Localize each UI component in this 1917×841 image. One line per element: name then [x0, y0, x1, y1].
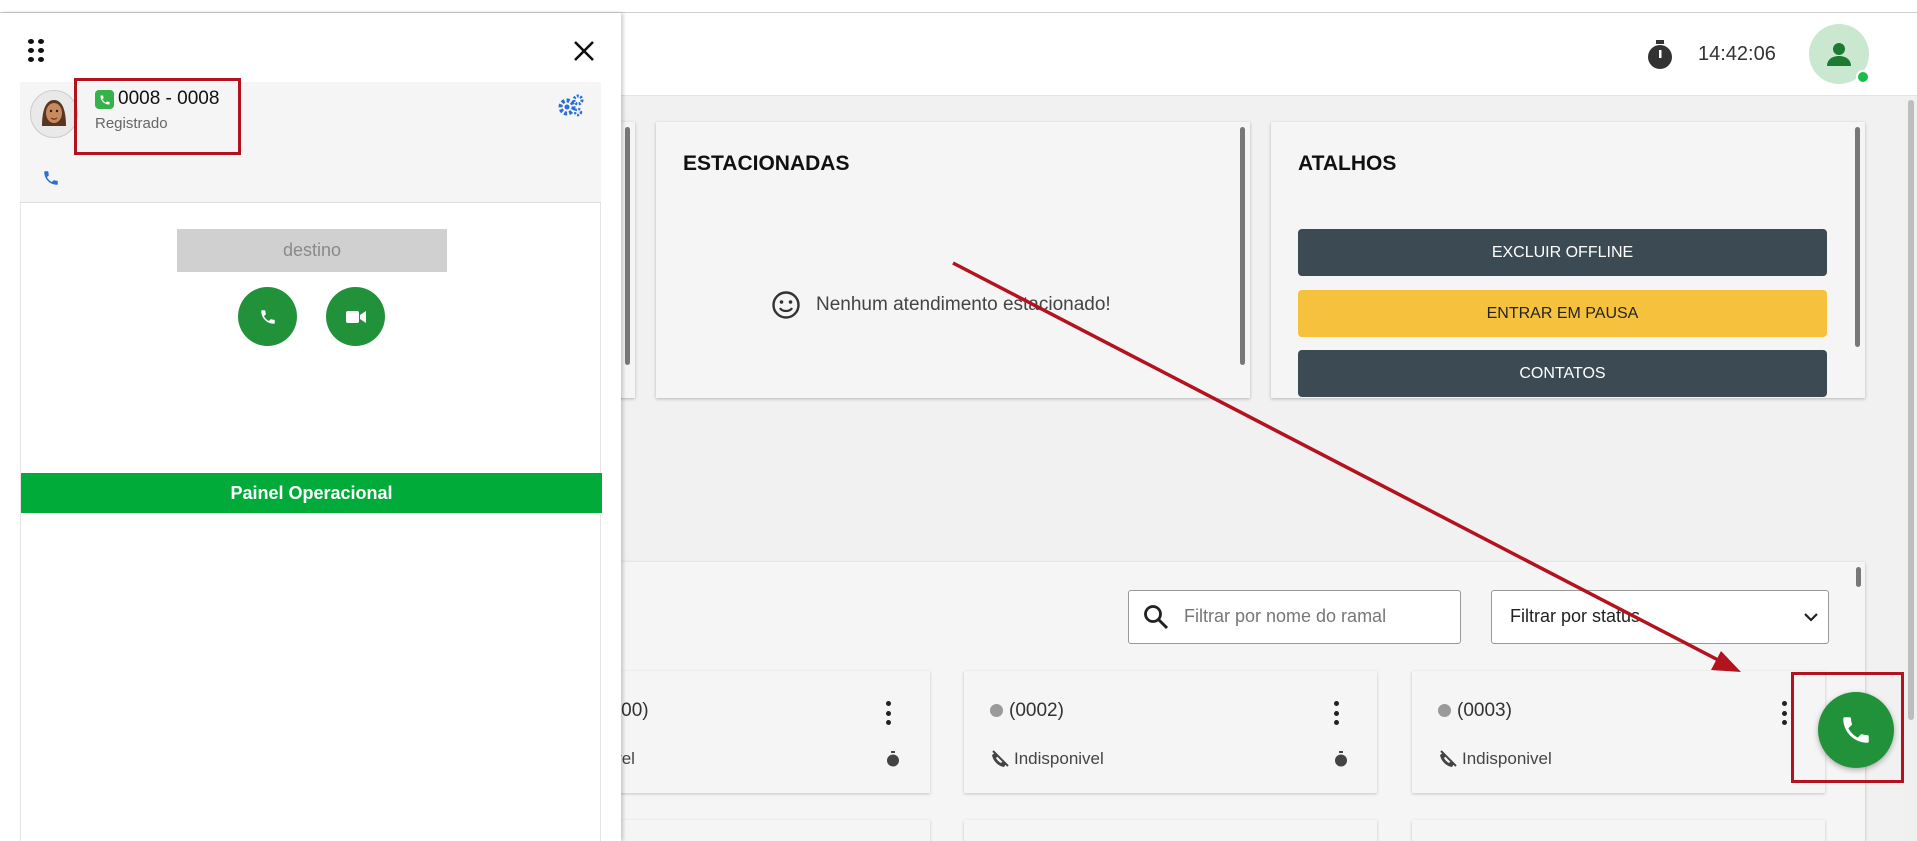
annotation-arrow — [952, 261, 1741, 672]
